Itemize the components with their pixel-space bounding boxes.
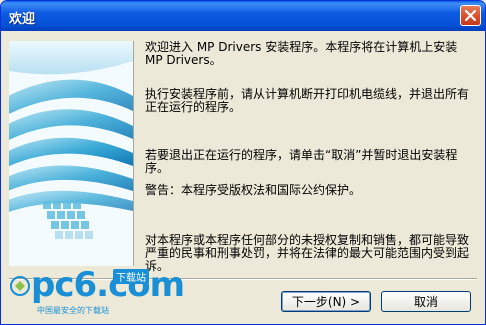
- close-button[interactable]: [460, 5, 481, 26]
- window-title: 欢迎: [9, 12, 36, 27]
- installer-window: 欢迎 欢迎进入 MP Drivers 安装程序。本程序将在计算机上安装 MP D…: [0, 0, 486, 325]
- installer-graphic: [9, 41, 134, 266]
- pc6-logo-icon: [10, 276, 30, 296]
- legal-paragraph: 对本程序或本程序任何部分的未授权复制和销售，都可能导致严重的民事和刑事处罚，并将…: [145, 233, 470, 273]
- logo-badge: 下载站: [113, 269, 149, 284]
- cancel-button[interactable]: 取消: [381, 291, 471, 312]
- logo-text: pc6.com: [31, 265, 185, 305]
- title-bar: 欢迎: [1, 1, 485, 31]
- next-button[interactable]: 下一步(N) >: [281, 291, 371, 312]
- warning-paragraph: 警告：本程序受版权法和国际公约保护。: [145, 183, 362, 197]
- welcome-paragraph: 欢迎进入 MP Drivers 安装程序。本程序将在计算机上安装 MP Driv…: [145, 40, 458, 67]
- welcome-text: 欢迎进入 MP Drivers 安装程序。本程序将在计算机上安装 MP Driv…: [145, 41, 475, 273]
- watermark-logo: pc6.com 下载站 中国最安全的下载站: [9, 265, 185, 323]
- disconnect-paragraph: 执行安装程序前，请从计算机断开打印机电缆线，并退出所有正在运行的程序。: [145, 87, 470, 114]
- close-icon: [465, 10, 476, 21]
- logo-tagline: 中国最安全的下载站: [37, 306, 109, 315]
- cancel-hint-paragraph: 若要退出正在运行的程序，请单击“取消”并暂时退出安装程序。: [145, 148, 458, 175]
